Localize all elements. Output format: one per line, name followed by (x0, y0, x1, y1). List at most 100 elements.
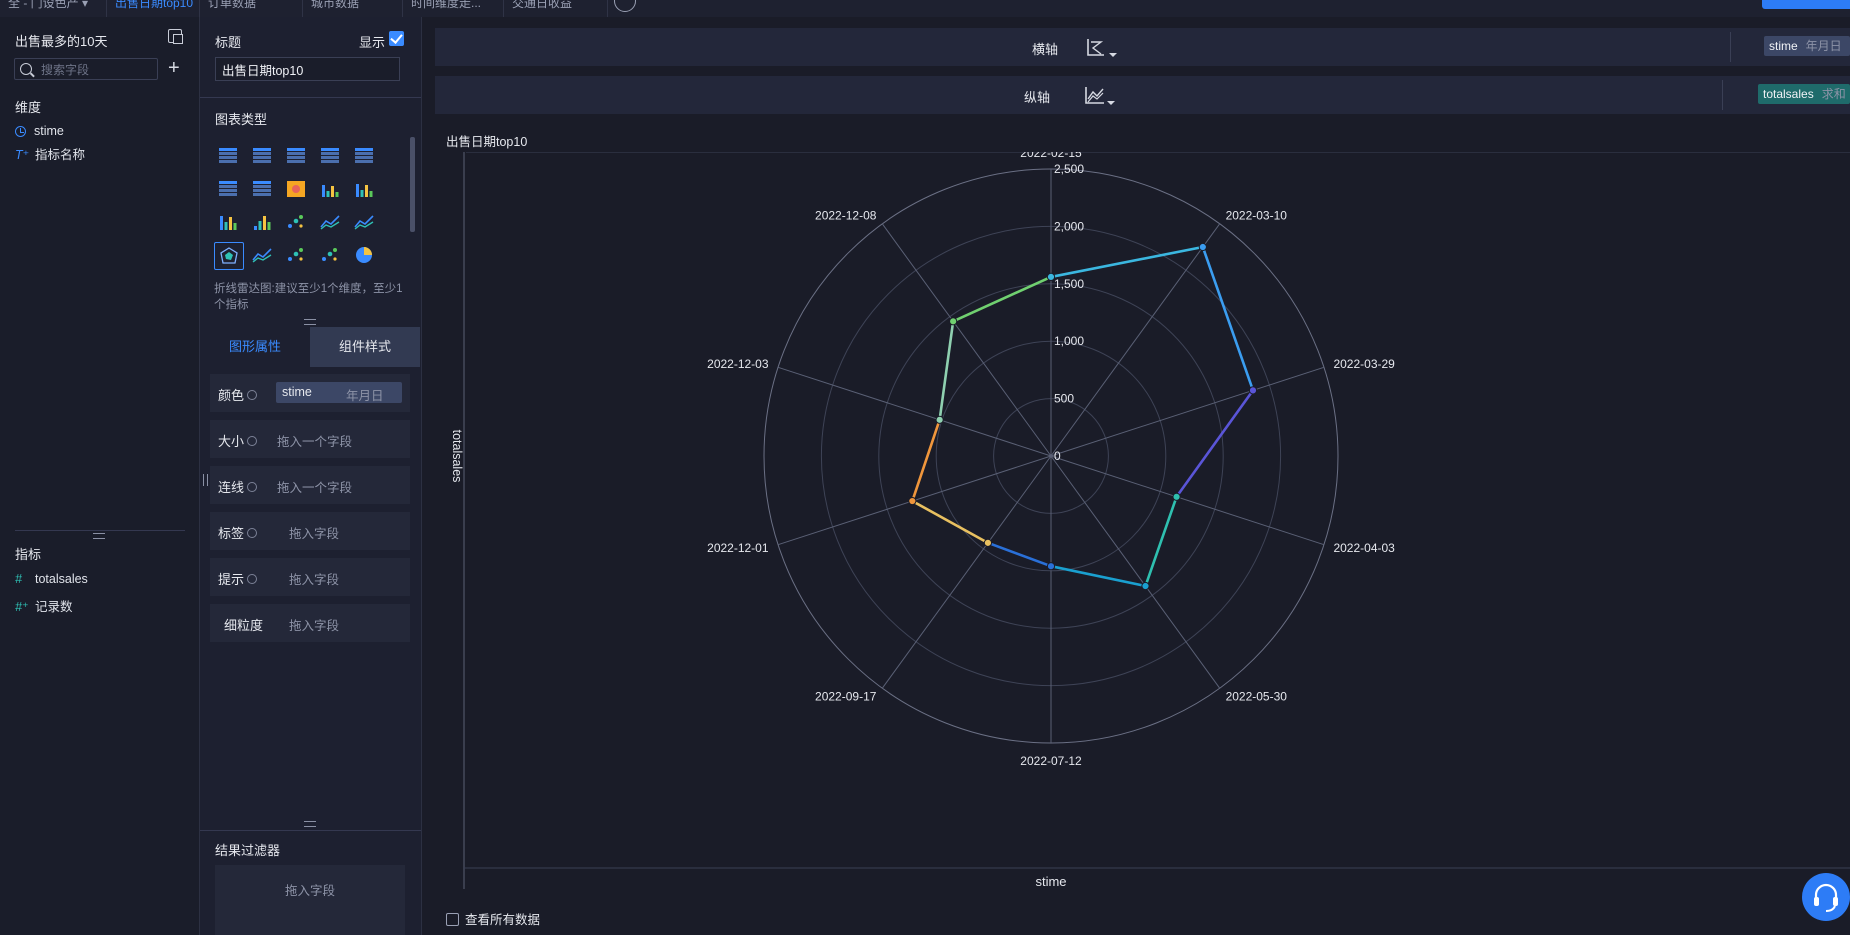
column-icon[interactable] (214, 209, 244, 237)
crosstab-icon[interactable] (248, 143, 278, 171)
stacked-bar-icon[interactable] (316, 176, 346, 204)
top-tab-0[interactable]: 全 - 门设色产 ▾ (0, 0, 107, 17)
prop-label: 大小 (218, 431, 258, 450)
top-toolbar: 全 - 门设色产 ▾ 出售日期top10 订单数据 城市数据 时间维度走... … (0, 0, 1850, 18)
top-tab-5[interactable]: 交通日收益 (504, 0, 608, 17)
search-input[interactable] (39, 61, 153, 79)
gear-icon[interactable] (247, 482, 258, 492)
dimension-field[interactable]: stime (15, 124, 64, 138)
divider (1722, 80, 1723, 110)
y-field-pill[interactable]: totalsales 求和 (1758, 84, 1850, 104)
property-tabs: 图形属性 组件样式 (200, 327, 421, 367)
prop-label-field[interactable]: 标签 拖入字段 (210, 512, 410, 550)
prop-label: 连线 (218, 477, 258, 496)
gear-icon[interactable] (247, 574, 258, 584)
grid-spoke (881, 223, 1052, 457)
chart-type-label: 图表类型 (215, 112, 268, 127)
gear-icon[interactable] (247, 436, 258, 446)
series-segment (1049, 564, 1147, 588)
prop-label: 颜色 (218, 385, 258, 404)
gear-icon[interactable] (247, 528, 258, 538)
prop-granularity[interactable]: 细粒度 拖入字段 (210, 604, 410, 642)
prop-size[interactable]: 大小 拖入一个字段 (210, 420, 410, 458)
category-label: 2022-03-29 (1333, 357, 1395, 371)
bubble-icon[interactable] (316, 242, 346, 270)
number-card-icon[interactable] (350, 143, 380, 171)
heatmap-icon[interactable] (282, 176, 312, 204)
prop-color[interactable]: 颜色 stime 年月日 (210, 374, 410, 412)
line-icon[interactable] (350, 209, 380, 237)
panel-resize-handle[interactable] (203, 474, 208, 486)
top-tab-2[interactable]: 订单数据 (200, 0, 303, 17)
grid-spoke (1050, 366, 1325, 457)
scrollbar[interactable] (410, 137, 415, 232)
radar-series (908, 242, 1258, 591)
resize-handle[interactable] (304, 821, 316, 827)
radial-tick-label: 1,000 (1054, 334, 1084, 348)
radial-tick-label: 2,500 (1054, 162, 1084, 176)
support-chat-button[interactable] (1802, 873, 1850, 921)
category-label: 2022-12-01 (707, 541, 769, 555)
gear-icon[interactable] (247, 390, 258, 400)
top-tab-4[interactable]: 时间维度走... (403, 0, 504, 17)
search-icon (20, 63, 32, 75)
category-label: 2022-09-17 (815, 689, 877, 703)
view-all-checkbox[interactable] (446, 913, 459, 926)
add-tab-icon[interactable] (614, 0, 636, 12)
multi-line-icon[interactable] (316, 209, 346, 237)
resize-handle[interactable] (93, 533, 105, 539)
dimension-field[interactable]: T⁺ 指标名称 (15, 144, 85, 163)
headset-icon (1814, 883, 1838, 912)
series-segment (911, 499, 990, 545)
scatter-bar-icon[interactable] (282, 209, 312, 237)
show-title-checkbox[interactable] (389, 31, 404, 46)
add-field-icon[interactable]: + (168, 58, 180, 78)
color-table-icon[interactable] (316, 143, 346, 171)
switch-dataset-icon[interactable] (168, 29, 183, 44)
grid-table-icon[interactable] (282, 143, 312, 171)
resize-handle[interactable] (304, 319, 316, 325)
chart-title: 出售日期top10 (446, 135, 528, 149)
result-filter-dropzone[interactable]: 拖入字段 (215, 865, 405, 935)
compare-table-icon[interactable] (248, 176, 278, 204)
number-icon: #⁺ (15, 600, 29, 614)
x-axis-row[interactable]: 横轴 stime 年月日 (435, 28, 1850, 66)
data-point (1172, 492, 1181, 501)
top-tab-1[interactable]: 出售日期top10 (107, 0, 200, 17)
prop-line[interactable]: 连线 拖入一个字段 (210, 466, 410, 504)
tab-graphic-props[interactable]: 图形属性 (200, 327, 310, 367)
data-point (1198, 242, 1207, 252)
field-search[interactable] (14, 58, 158, 80)
measure-field[interactable]: #⁺ 记录数 (15, 596, 73, 615)
drop-placeholder: 拖入字段 (284, 884, 335, 898)
x-field-pill[interactable]: stime 年月日 (1764, 36, 1850, 56)
axis-settings-icon[interactable] (1085, 36, 1119, 63)
grid-spoke (777, 366, 1052, 457)
axis-settings-icon[interactable] (1083, 84, 1117, 111)
scatter-icon[interactable] (282, 242, 312, 270)
title-input[interactable] (215, 57, 400, 81)
drop-placeholder: 拖入字段 (289, 573, 340, 587)
radial-tick-label: 2,000 (1054, 219, 1084, 233)
measure-field[interactable]: # totalsales (15, 572, 88, 586)
grouped-bar-icon[interactable] (248, 209, 278, 237)
measures-heading: 指标 (15, 547, 42, 562)
category-label: 2022-03-10 (1226, 209, 1288, 223)
data-point (935, 415, 944, 424)
stacked-table-icon[interactable] (214, 176, 244, 204)
data-point (1046, 562, 1056, 571)
data-point (983, 538, 993, 547)
table-icon[interactable] (214, 143, 244, 171)
top-tab-3[interactable]: 城市数据 (303, 0, 403, 17)
y-axis-row[interactable]: 纵轴 totalsales 求和 (435, 76, 1850, 114)
prop-label: 标签 (218, 523, 258, 542)
radar-chart-icon[interactable] (214, 242, 244, 270)
pie-icon[interactable] (350, 242, 380, 270)
view-all-data[interactable]: 查看所有数据 (446, 909, 540, 928)
bar-icon[interactable] (350, 176, 380, 204)
save-button[interactable] (1762, 0, 1850, 9)
prop-tooltip[interactable]: 提示 拖入字段 (210, 558, 410, 596)
color-field-pill[interactable]: stime 年月日 (276, 382, 402, 403)
tab-component-style[interactable]: 组件样式 (310, 327, 420, 367)
area-icon[interactable] (248, 242, 278, 270)
